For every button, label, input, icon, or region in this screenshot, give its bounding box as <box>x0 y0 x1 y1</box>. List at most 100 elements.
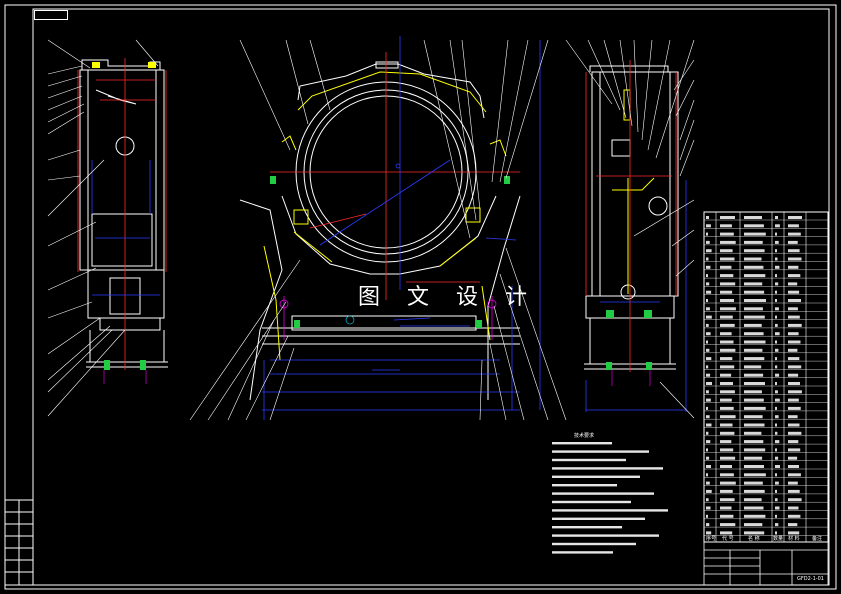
bom-cell-glyphs <box>788 240 798 244</box>
bom-cell-glyphs <box>720 440 732 444</box>
bom-cell-glyphs <box>720 506 732 510</box>
bom-cell-glyphs <box>720 307 736 311</box>
bom-cell-glyphs <box>706 357 712 361</box>
bom-cell-glyphs <box>744 315 765 319</box>
bom-cell-glyphs <box>706 282 710 286</box>
bom-cell-glyphs <box>706 440 711 444</box>
bom-cell-glyphs <box>744 265 764 269</box>
bom-cell-glyphs <box>788 249 800 253</box>
bom-cell-glyphs <box>706 531 712 535</box>
bom-cell-glyphs <box>775 473 777 477</box>
bom-cell-glyphs <box>775 498 778 502</box>
bom-cell-glyphs <box>720 257 735 261</box>
bom-cell-glyphs <box>788 257 802 261</box>
bom-cell-glyphs <box>775 440 780 444</box>
bom-cell-glyphs <box>720 498 735 502</box>
bom-cell-glyphs <box>775 249 777 253</box>
bom-header-cell: 数量 <box>773 536 784 542</box>
bom-cell-glyphs <box>775 265 780 269</box>
bom-cell-glyphs <box>788 307 798 311</box>
bom-cell-glyphs <box>720 365 735 369</box>
note-line-glyphs <box>552 467 663 470</box>
bom-cell-glyphs <box>706 232 708 236</box>
bom-cell-glyphs <box>788 348 798 352</box>
bom-cell-glyphs <box>744 257 762 261</box>
bom-cell-glyphs <box>744 489 765 493</box>
bom-cell-glyphs <box>775 531 777 535</box>
bom-cell-glyphs <box>788 456 798 460</box>
bom-cell-glyphs <box>788 357 800 361</box>
bom-cell-glyphs <box>744 249 765 253</box>
bom-cell-glyphs <box>720 373 732 377</box>
bom-cell-glyphs <box>775 282 779 286</box>
bom-cell-glyphs <box>706 473 708 477</box>
bom-cell-glyphs <box>706 423 712 427</box>
bom-cell-glyphs <box>720 398 732 402</box>
bom-cell-glyphs <box>720 224 732 228</box>
bom-cell-glyphs <box>788 423 800 427</box>
bom-cell-glyphs <box>775 514 777 518</box>
bom-cell-glyphs <box>744 332 764 336</box>
bom-cell-glyphs <box>775 348 779 352</box>
bom-cell-glyphs <box>706 406 708 410</box>
bom-cell-glyphs <box>775 323 778 327</box>
bom-cell-glyphs <box>788 489 800 493</box>
bom-cell-glyphs <box>775 307 779 311</box>
bom-cell-glyphs <box>706 514 708 518</box>
bom-cell-glyphs <box>775 315 777 319</box>
bom-header-cell: 名 称 <box>748 536 760 542</box>
bom-cell-glyphs <box>744 523 763 527</box>
bom-cell-glyphs <box>744 299 766 302</box>
bom-cell-glyphs <box>720 415 736 419</box>
bom-cell-glyphs <box>775 456 779 460</box>
bom-cell-glyphs <box>775 398 780 402</box>
bom-cell-glyphs <box>706 274 708 278</box>
bom-cell-glyphs <box>775 257 778 261</box>
bom-cell-glyphs <box>706 523 710 527</box>
bom-cell-glyphs <box>720 340 734 344</box>
bom-cell-glyphs <box>744 323 762 327</box>
bom-cell-glyphs <box>744 456 763 460</box>
bom-cell-glyphs <box>706 257 709 261</box>
bom-cell-glyphs <box>744 390 762 394</box>
bom-cell-glyphs <box>720 390 735 394</box>
bom-cell-glyphs <box>720 431 735 435</box>
bom-header-cell: 代 号 <box>722 536 734 542</box>
bom-cell-glyphs <box>720 299 734 302</box>
bom-cell-glyphs <box>706 307 710 311</box>
note-line-glyphs <box>552 517 645 520</box>
note-line-glyphs <box>552 534 659 537</box>
bom-cell-glyphs <box>775 216 778 219</box>
bom-cell-glyphs <box>720 465 732 468</box>
bom-cell-glyphs <box>788 373 799 377</box>
bom-cell-glyphs <box>720 489 733 493</box>
bom-cell-glyphs <box>788 274 801 278</box>
note-line-glyphs <box>552 500 631 504</box>
left-side-view <box>47 39 168 417</box>
bom-cell-glyphs <box>706 348 710 352</box>
bom-cell-glyphs <box>775 481 779 485</box>
bom-cell-glyphs <box>720 514 734 518</box>
bom-cell-glyphs <box>720 323 735 327</box>
note-line-glyphs <box>552 484 617 487</box>
bom-cell-glyphs <box>720 274 734 278</box>
bom-cell-glyphs <box>744 274 766 278</box>
bom-cell-glyphs <box>788 465 799 468</box>
drawing-number: GFD2-1-01 <box>797 576 824 582</box>
bom-cell-glyphs <box>788 514 801 518</box>
bom-cell-glyphs <box>744 240 763 244</box>
bom-cell-glyphs <box>744 415 763 419</box>
bom-cell-glyphs <box>744 498 762 502</box>
bom-cell-glyphs <box>744 365 762 369</box>
bom-cell-glyphs <box>788 473 801 477</box>
bom-cell-glyphs <box>706 390 709 394</box>
bom-cell-glyphs <box>788 290 800 294</box>
note-line-glyphs <box>552 450 649 453</box>
bom-cell-glyphs <box>720 332 732 336</box>
bom-cell-glyphs <box>744 481 763 485</box>
bom-cell-glyphs <box>706 465 711 468</box>
bom-cell-glyphs <box>744 290 765 294</box>
bom-cell-glyphs <box>706 506 711 510</box>
bom-cell-glyphs <box>744 440 764 444</box>
note-line-glyphs <box>552 475 640 478</box>
